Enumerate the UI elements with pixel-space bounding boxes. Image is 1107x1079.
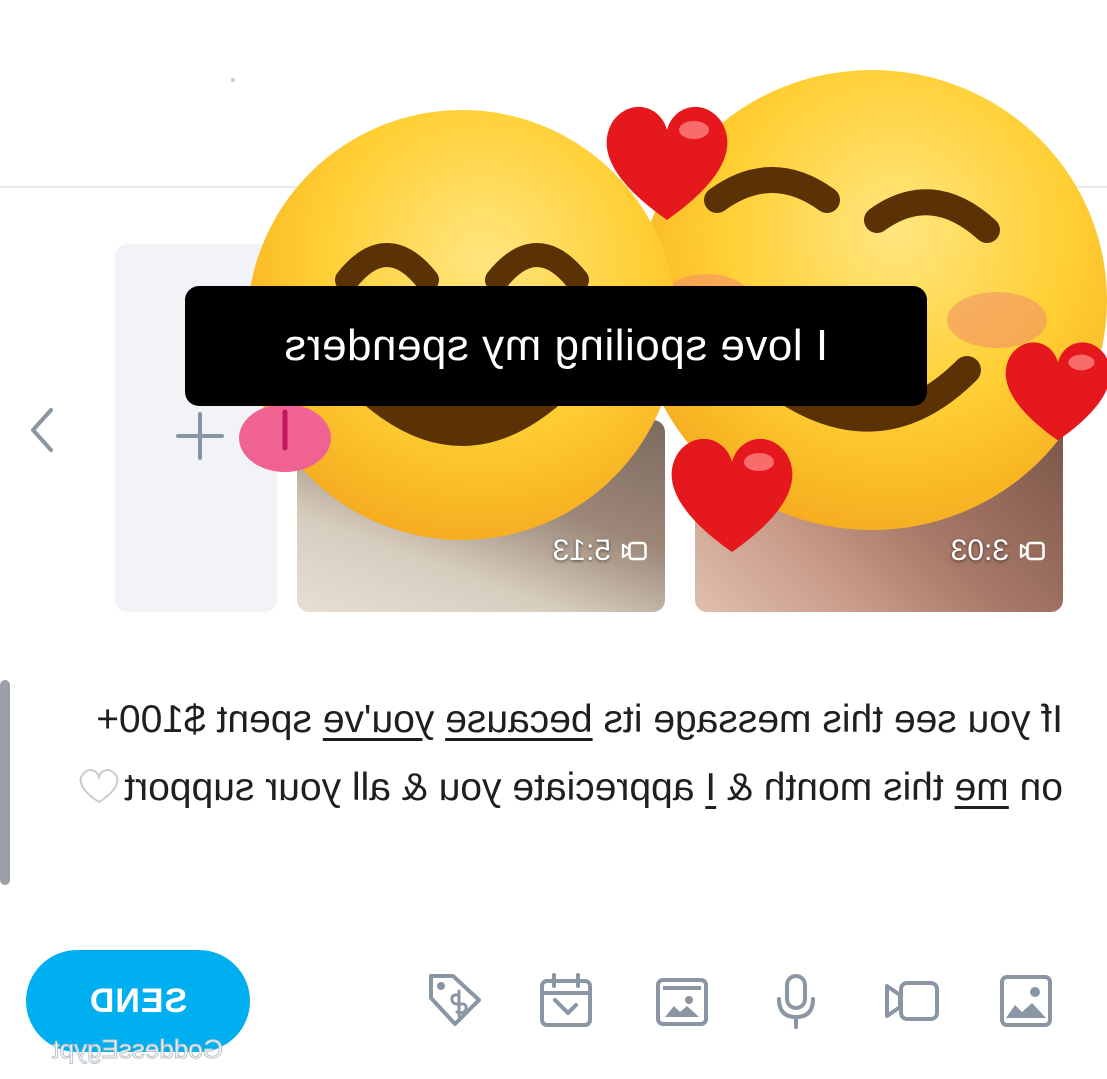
underlined-word: me — [954, 766, 1009, 809]
duration-label: 3:03 — [950, 534, 1009, 567]
white-heart-icon — [80, 769, 119, 804]
message-text[interactable]: If you see this message its because you'… — [43, 686, 1063, 822]
underlined-word: I — [705, 766, 717, 809]
microphone-icon[interactable] — [767, 972, 825, 1030]
red-heart-icon — [1005, 342, 1107, 441]
watermark: GoddessEgypt — [52, 1034, 224, 1065]
plus-icon[interactable] — [170, 406, 230, 466]
red-heart-icon — [606, 106, 728, 220]
video-camera-icon — [1019, 541, 1045, 561]
schedule-icon[interactable] — [537, 972, 595, 1030]
chevron-right-icon[interactable] — [25, 402, 59, 458]
video-camera-icon — [621, 541, 647, 561]
underlined-word: you've — [322, 698, 435, 741]
status-dot — [231, 78, 235, 82]
message-segment: If you see this message its — [592, 698, 1063, 741]
price-tag-icon[interactable] — [425, 972, 483, 1030]
video-duration-badge: 3:03 — [951, 534, 1045, 568]
video-icon[interactable] — [883, 972, 941, 1030]
message-segment: this month & — [716, 766, 955, 809]
scrollbar[interactable] — [0, 680, 10, 885]
tongue-icon — [239, 404, 331, 472]
image-icon[interactable] — [997, 972, 1055, 1030]
underlined-word: because — [445, 698, 593, 741]
message-composer: 3:03 5:13 I love spoiling my spenders If… — [0, 0, 1107, 1079]
vault-icon[interactable] — [653, 972, 711, 1030]
red-heart-icon — [671, 438, 793, 552]
message-segment: appreciate you & all your support — [124, 766, 706, 809]
overlay-caption: I love spoiling my spenders — [185, 286, 927, 406]
message-segment — [434, 698, 445, 741]
